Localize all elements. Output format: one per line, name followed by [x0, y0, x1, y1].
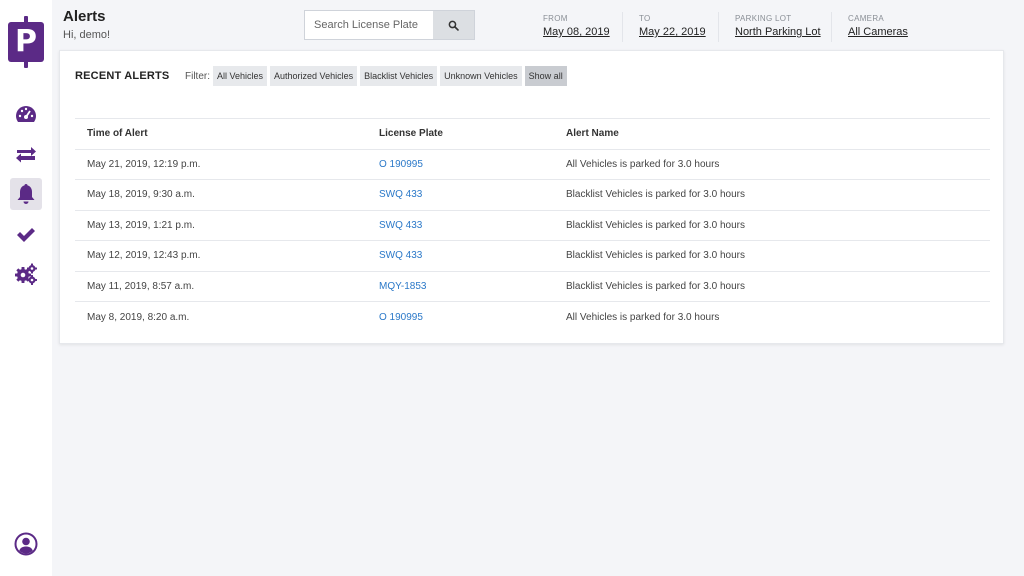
column-alert-name: Alert Name: [554, 118, 990, 149]
card-title: RECENT ALERTS: [75, 70, 170, 82]
bell-icon: [17, 184, 35, 204]
plate-link[interactable]: SWQ 433: [367, 179, 554, 210]
plate-link[interactable]: SWQ 433: [367, 240, 554, 271]
nav-settings[interactable]: [10, 258, 42, 290]
sidebar: P: [0, 0, 52, 576]
alert-name: Blacklist Vehicles is parked for 3.0 hou…: [554, 240, 990, 271]
header-divider: [831, 12, 832, 42]
table-row: May 8, 2019, 8:20 a.m. O 190995 All Vehi…: [75, 301, 990, 332]
filter-chips: All Vehicles Authorized Vehicles Blackli…: [213, 66, 567, 86]
parking-lot-label: PARKING LOT: [735, 14, 792, 23]
search-input[interactable]: [305, 11, 433, 39]
alert-time: May 21, 2019, 12:19 p.m.: [75, 148, 367, 180]
alert-time: May 11, 2019, 8:57 a.m.: [75, 270, 367, 302]
alert-time: May 12, 2019, 12:43 p.m.: [75, 240, 367, 271]
parking-lot-filter[interactable]: PARKING LOT North Parking Lot: [735, 14, 821, 42]
parking-logo[interactable]: P: [8, 16, 44, 68]
alert-time: May 18, 2019, 9:30 a.m.: [75, 179, 367, 210]
nav-alerts[interactable]: [10, 178, 42, 210]
logo-sign: P: [8, 22, 44, 62]
alert-name: Blacklist Vehicles is parked for 3.0 hou…: [554, 209, 990, 241]
plate-link[interactable]: SWQ 433: [367, 209, 554, 241]
from-date-value[interactable]: May 08, 2019: [543, 26, 610, 38]
dashboard-icon: [16, 106, 36, 122]
filter-blacklist-vehicles-button[interactable]: Blacklist Vehicles: [360, 66, 438, 86]
alert-name: All Vehicles is parked for 3.0 hours: [554, 301, 990, 332]
plate-link[interactable]: MQY-1853: [367, 270, 554, 302]
header-divider: [622, 12, 623, 42]
alert-name: Blacklist Vehicles is parked for 3.0 hou…: [554, 270, 990, 302]
column-time: Time of Alert: [75, 118, 367, 149]
alert-name: All Vehicles is parked for 3.0 hours: [554, 148, 990, 180]
column-plate: License Plate: [367, 118, 554, 149]
filter-label: Filter:: [185, 71, 210, 82]
table-row: May 13, 2019, 1:21 p.m. SWQ 433 Blacklis…: [75, 209, 990, 241]
camera-value[interactable]: All Cameras: [848, 26, 908, 38]
filter-show-all-button[interactable]: Show all: [524, 66, 567, 86]
logo-pole-bottom: [24, 61, 28, 68]
page-title: Alerts: [63, 8, 106, 25]
search-button[interactable]: [433, 11, 474, 39]
table-row: May 12, 2019, 12:43 p.m. SWQ 433 Blackli…: [75, 240, 990, 271]
parking-lot-value[interactable]: North Parking Lot: [735, 26, 821, 38]
alert-time: May 13, 2019, 1:21 p.m.: [75, 209, 367, 241]
plate-link[interactable]: O 190995: [367, 301, 554, 332]
alerts-table: Time of Alert License Plate Alert Name M…: [75, 118, 990, 332]
nav-dashboard[interactable]: [10, 98, 42, 130]
header-divider: [718, 12, 719, 42]
user-greeting: Hi, demo!: [63, 29, 111, 41]
nav-transfers[interactable]: [10, 138, 42, 170]
plate-link[interactable]: O 190995: [367, 148, 554, 180]
table-row: May 18, 2019, 9:30 a.m. SWQ 433 Blacklis…: [75, 179, 990, 210]
to-date-value[interactable]: May 22, 2019: [639, 26, 706, 38]
table-header-row: Time of Alert License Plate Alert Name: [75, 118, 990, 149]
alert-name: Blacklist Vehicles is parked for 3.0 hou…: [554, 179, 990, 210]
transfer-arrows-icon: [16, 147, 36, 163]
checkmark-icon: [17, 228, 35, 242]
from-label: FROM: [543, 14, 568, 23]
from-date-filter[interactable]: FROM May 08, 2019: [543, 14, 610, 42]
recent-alerts-card: RECENT ALERTS Filter: All Vehicles Autho…: [59, 50, 1004, 344]
plate-search: [304, 10, 475, 40]
to-label: TO: [639, 14, 651, 23]
filter-authorized-vehicles-button[interactable]: Authorized Vehicles: [270, 66, 358, 86]
camera-filter[interactable]: CAMERA All Cameras: [848, 14, 908, 42]
filter-all-vehicles-button[interactable]: All Vehicles: [213, 66, 268, 86]
alert-time: May 8, 2019, 8:20 a.m.: [75, 301, 367, 332]
camera-label: CAMERA: [848, 14, 885, 23]
gears-icon: [15, 263, 37, 285]
table-row: May 21, 2019, 12:19 p.m. O 190995 All Ve…: [75, 148, 990, 180]
table-row: May 11, 2019, 8:57 a.m. MQY-1853 Blackli…: [75, 270, 990, 302]
to-date-filter[interactable]: TO May 22, 2019: [639, 14, 706, 42]
user-circle-icon: [14, 532, 38, 556]
nav-approvals[interactable]: [10, 218, 42, 250]
search-icon: [448, 20, 459, 31]
profile-button[interactable]: [14, 532, 38, 556]
filter-unknown-vehicles-button[interactable]: Unknown Vehicles: [440, 66, 522, 86]
